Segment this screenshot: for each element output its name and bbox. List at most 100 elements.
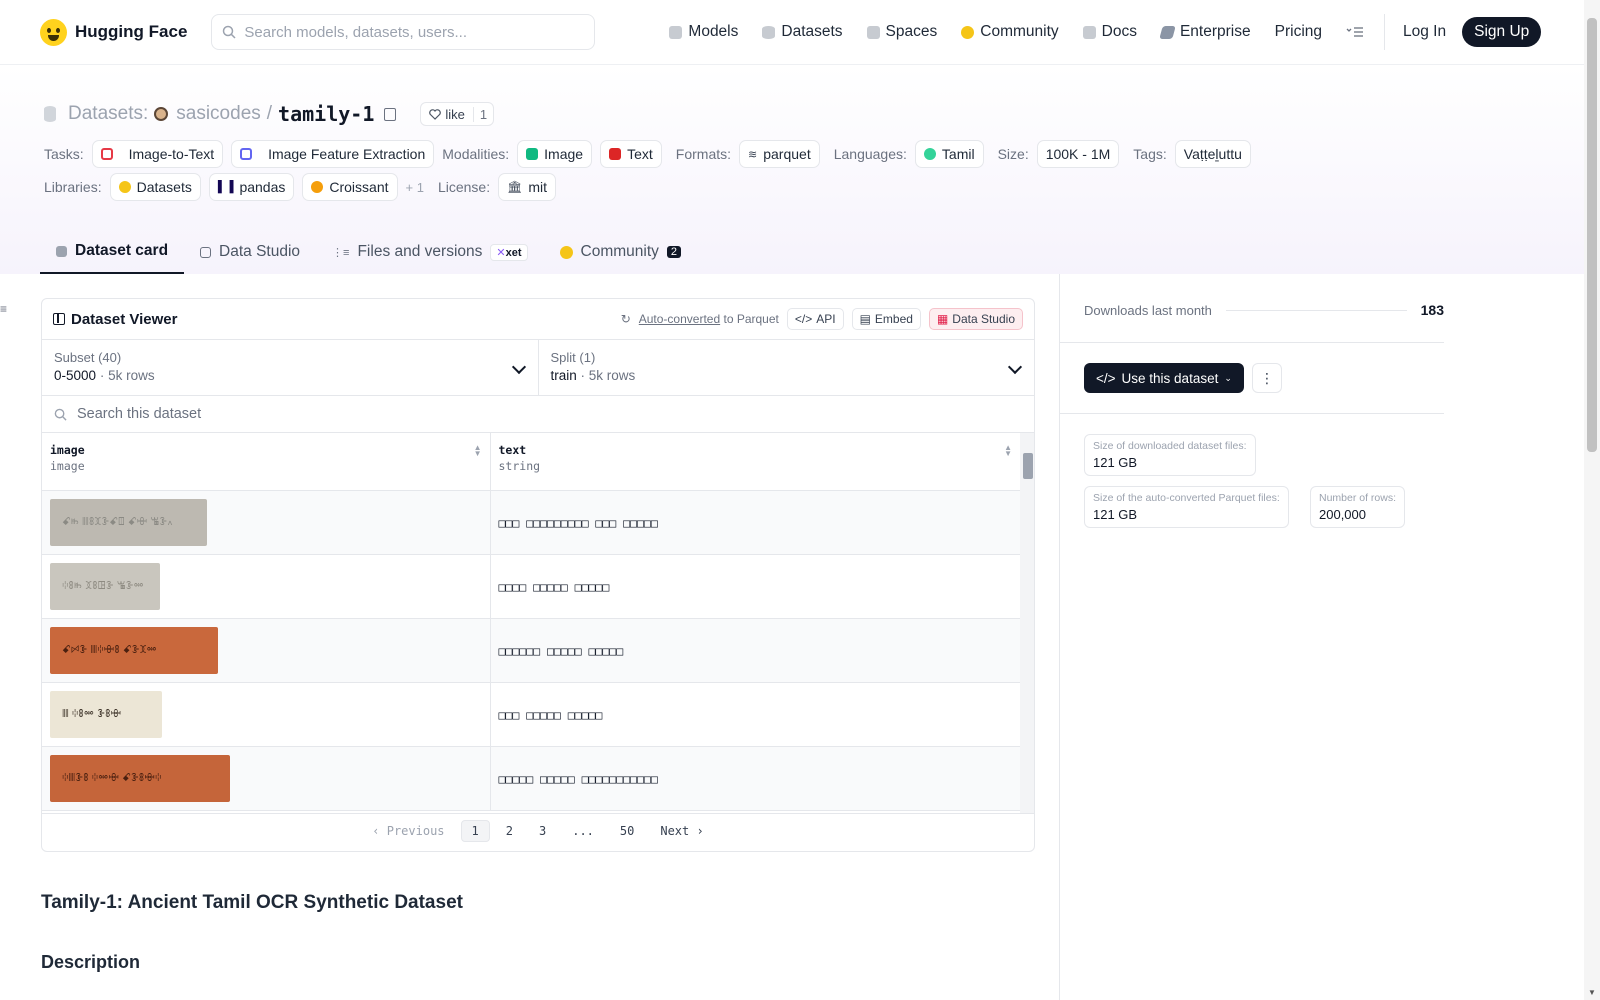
like-button[interactable]: like 1 — [420, 102, 495, 126]
column-type: image — [50, 459, 85, 473]
subset-select[interactable]: Subset (40) 0-5000 · 5k rows — [42, 340, 538, 395]
data-studio-button[interactable]: ▦ Data Studio — [928, 308, 1023, 330]
column-header-text[interactable]: text string ▲ ▼ — [489, 433, 1020, 491]
hf-logo-icon — [40, 18, 67, 46]
use-this-dataset-button[interactable]: </> Use this dataset ⌄ — [1084, 363, 1244, 393]
dataset-search[interactable] — [42, 396, 1034, 433]
library-label: pandas — [239, 179, 286, 195]
format-chip-parquet[interactable]: ≋ parquet — [739, 140, 820, 168]
table-row[interactable]: ꗃꗯꗿ ꘈꗺꗳꗚ ꗃꗿꘉꗮ □□□□□□ □□□□□ □□□□□ — [42, 618, 1020, 683]
image-cell[interactable]: ꗃꗯꗿ ꘈꗺꗳꗚ ꗃꗿꘉꗮ — [42, 618, 490, 683]
global-search[interactable] — [211, 14, 596, 50]
global-search-input[interactable] — [244, 23, 575, 41]
auto-converted-link[interactable]: Auto-converted — [639, 312, 720, 326]
language-chip-tamil[interactable]: Tamil — [914, 140, 984, 168]
nav-docs[interactable]: Docs — [1071, 14, 1149, 50]
nav-datasets[interactable]: Datasets — [750, 14, 854, 50]
image-cell[interactable]: ꗺꘈꗿꗚ ꗺꗮꗳ ꗃꗿꗚꗳꗺ — [42, 746, 490, 811]
table-row[interactable]: ꗺꘈꗿꗚ ꗺꗮꗳ ꗃꗿꗚꗳꗺ □□□□□ □□□□□ □□□□□□□□□□□ — [42, 746, 1020, 811]
copy-icon[interactable] — [384, 107, 397, 121]
table-scrollbar[interactable] — [1020, 433, 1034, 813]
files-icon: ⋮≡ — [332, 246, 350, 259]
nav-spaces[interactable]: Spaces — [855, 14, 950, 50]
nav-pricing[interactable]: Pricing — [1263, 14, 1334, 50]
embed-icon: ▤ — [859, 312, 871, 326]
hf-logo[interactable]: Hugging Face — [40, 18, 187, 46]
nav-more[interactable] — [1334, 14, 1376, 50]
modalities-label: Modalities: — [442, 146, 510, 162]
page-2[interactable]: 2 — [496, 821, 523, 841]
path-separator: / — [266, 103, 273, 124]
modality-chip-image[interactable]: Image — [517, 140, 593, 168]
repo-name[interactable]: tamily-1 — [278, 102, 374, 126]
viewer-header: Dataset Viewer ↻ Auto-converted to Parqu… — [42, 299, 1034, 340]
sidebar-toggle-icon[interactable]: ≡ — [0, 302, 10, 316]
sort-icon[interactable]: ▲ ▼ — [1004, 444, 1012, 458]
library-chip-croissant[interactable]: Croissant — [302, 173, 398, 201]
subset-value: 0-5000 — [54, 368, 97, 383]
tag-chip[interactable]: Vaṭṭeḻuttu — [1174, 140, 1251, 168]
dataset-search-input[interactable] — [77, 406, 477, 422]
library-chip-datasets[interactable]: Datasets — [109, 173, 201, 201]
repo-tabs: Dataset card Data Studio ⋮≡ Files and ver… — [40, 230, 697, 274]
task-chip-image-feature-extraction[interactable]: Image Feature Extraction — [231, 140, 435, 168]
refresh-icon: ↻ — [620, 312, 631, 326]
page-3[interactable]: 3 — [529, 821, 556, 841]
license-chip[interactable]: 🏛 mit — [498, 173, 557, 201]
embed-button[interactable]: ▤ Embed — [851, 308, 921, 330]
page-1[interactable]: 1 — [460, 819, 490, 842]
image-cell[interactable]: ꗃꖰ ꘈꗚꘉꗿꗃꘖ ꗃꗳ ꘊꗿ꘍ — [42, 490, 490, 555]
api-button[interactable]: </> API — [786, 308, 844, 330]
table-row[interactable]: ꘈ ꗺꗚꗮ ꗿꗚꗳ □□□ □□□□□ □□□□□ — [42, 682, 1020, 747]
text-cell[interactable]: □□□□□□ □□□□□ □□□□□ — [489, 618, 1020, 683]
nav-community[interactable]: Community — [949, 14, 1070, 50]
enterprise-icon — [1159, 25, 1176, 39]
text-cell[interactable]: □□□□□ □□□□□ □□□□□□□□□□□ — [489, 746, 1020, 811]
table-row[interactable]: ꗃꖰ ꘈꗚꘉꗿꗃꘖ ꗃꗳ ꘊꗿ꘍ □□□ □□□□□□□□□ □□□ □□□□□ — [42, 490, 1020, 555]
modality-chip-text[interactable]: Text — [600, 140, 662, 168]
page-scrollbar[interactable]: ▼ — [1584, 0, 1600, 1000]
library-label: Croissant — [329, 179, 389, 195]
subset-split-selectors: Subset (40) 0-5000 · 5k rows Split (1) t… — [42, 340, 1034, 396]
tab-files-and-versions[interactable]: ⋮≡ Files and versions ✕xet — [316, 230, 543, 274]
nav-enterprise[interactable]: Enterprise — [1149, 14, 1263, 50]
image-thumbnail[interactable]: ꗃꖰ ꘈꗚꘉꗿꗃꘖ ꗃꗳ ꘊꗿ꘍ — [50, 498, 207, 546]
signup-button[interactable]: Sign Up — [1462, 17, 1542, 47]
login-button[interactable]: Log In — [1393, 23, 1456, 41]
image-thumbnail[interactable]: ꗃꗯꗿ ꘈꗺꗳꗚ ꗃꗿꘉꗮ — [50, 626, 218, 674]
section-label[interactable]: Datasets: — [68, 103, 148, 125]
license-label: License: — [437, 179, 491, 195]
stat-download-size: Size of downloaded dataset files: 121 GB — [1084, 434, 1256, 476]
text-cell[interactable]: □□□ □□□□□□□□□ □□□ □□□□□ — [489, 490, 1020, 555]
image-cell[interactable]: ꗺꗚꖰ ꘉꗚꖸꗿ ꘊꗿꗮ — [42, 554, 490, 619]
library-chip-pandas[interactable]: ▌▐ pandas — [208, 173, 295, 201]
text-cell[interactable]: □□□ □□□□□ □□□□□ — [489, 682, 1020, 747]
tab-dataset-card[interactable]: Dataset card — [40, 230, 185, 274]
text-cell[interactable]: □□□□ □□□□□ □□□□□ — [489, 554, 1020, 619]
table-icon — [53, 313, 65, 325]
nav-enterprise-label: Enterprise — [1179, 23, 1251, 40]
more-options-button[interactable]: ⋮ — [1252, 363, 1282, 393]
nav-models[interactable]: Models — [657, 14, 750, 50]
owner-link[interactable]: sasicodes — [176, 103, 261, 125]
main-nav: Models Datasets Spaces Community Docs En… — [657, 14, 1542, 50]
prev-page-button[interactable]: ‹ Previous — [362, 821, 454, 841]
tab-community[interactable]: Community 2 — [544, 230, 698, 274]
size-chip[interactable]: 100K - 1M — [1036, 140, 1120, 168]
next-page-button[interactable]: Next › — [650, 821, 713, 841]
task-chip-image-to-text[interactable]: Image-to-Text — [91, 140, 224, 168]
heart-icon — [429, 108, 442, 120]
column-header-image[interactable]: image image ▲ ▼ — [42, 433, 490, 491]
page-50[interactable]: 50 — [610, 821, 644, 841]
image-thumbnail[interactable]: ꗺꗚꖰ ꘉꗚꖸꗿ ꘊꗿꗮ — [50, 562, 160, 610]
image-cell[interactable]: ꘈ ꗺꗚꗮ ꗿꗚꗳ — [42, 682, 490, 747]
table-row[interactable]: ꗺꗚꖰ ꘉꗚꖸꗿ ꘊꗿꗮ □□□□ □□□□□ □□□□□ — [42, 554, 1020, 619]
sort-icon[interactable]: ▲ ▼ — [474, 444, 482, 458]
image-thumbnail[interactable]: ꘈ ꗺꗚꗮ ꗿꗚꗳ — [50, 690, 162, 738]
hf-community-icon — [559, 245, 573, 259]
tab-data-studio[interactable]: Data Studio — [184, 230, 316, 274]
libraries-more[interactable]: + 1 — [406, 180, 424, 195]
viewer-title-text: Dataset Viewer — [71, 310, 178, 328]
image-thumbnail[interactable]: ꗺꘈꗿꗚ ꗺꗮꗳ ꗃꗿꗚꗳꗺ — [50, 754, 230, 802]
split-select[interactable]: Split (1) train · 5k rows — [537, 340, 1035, 395]
